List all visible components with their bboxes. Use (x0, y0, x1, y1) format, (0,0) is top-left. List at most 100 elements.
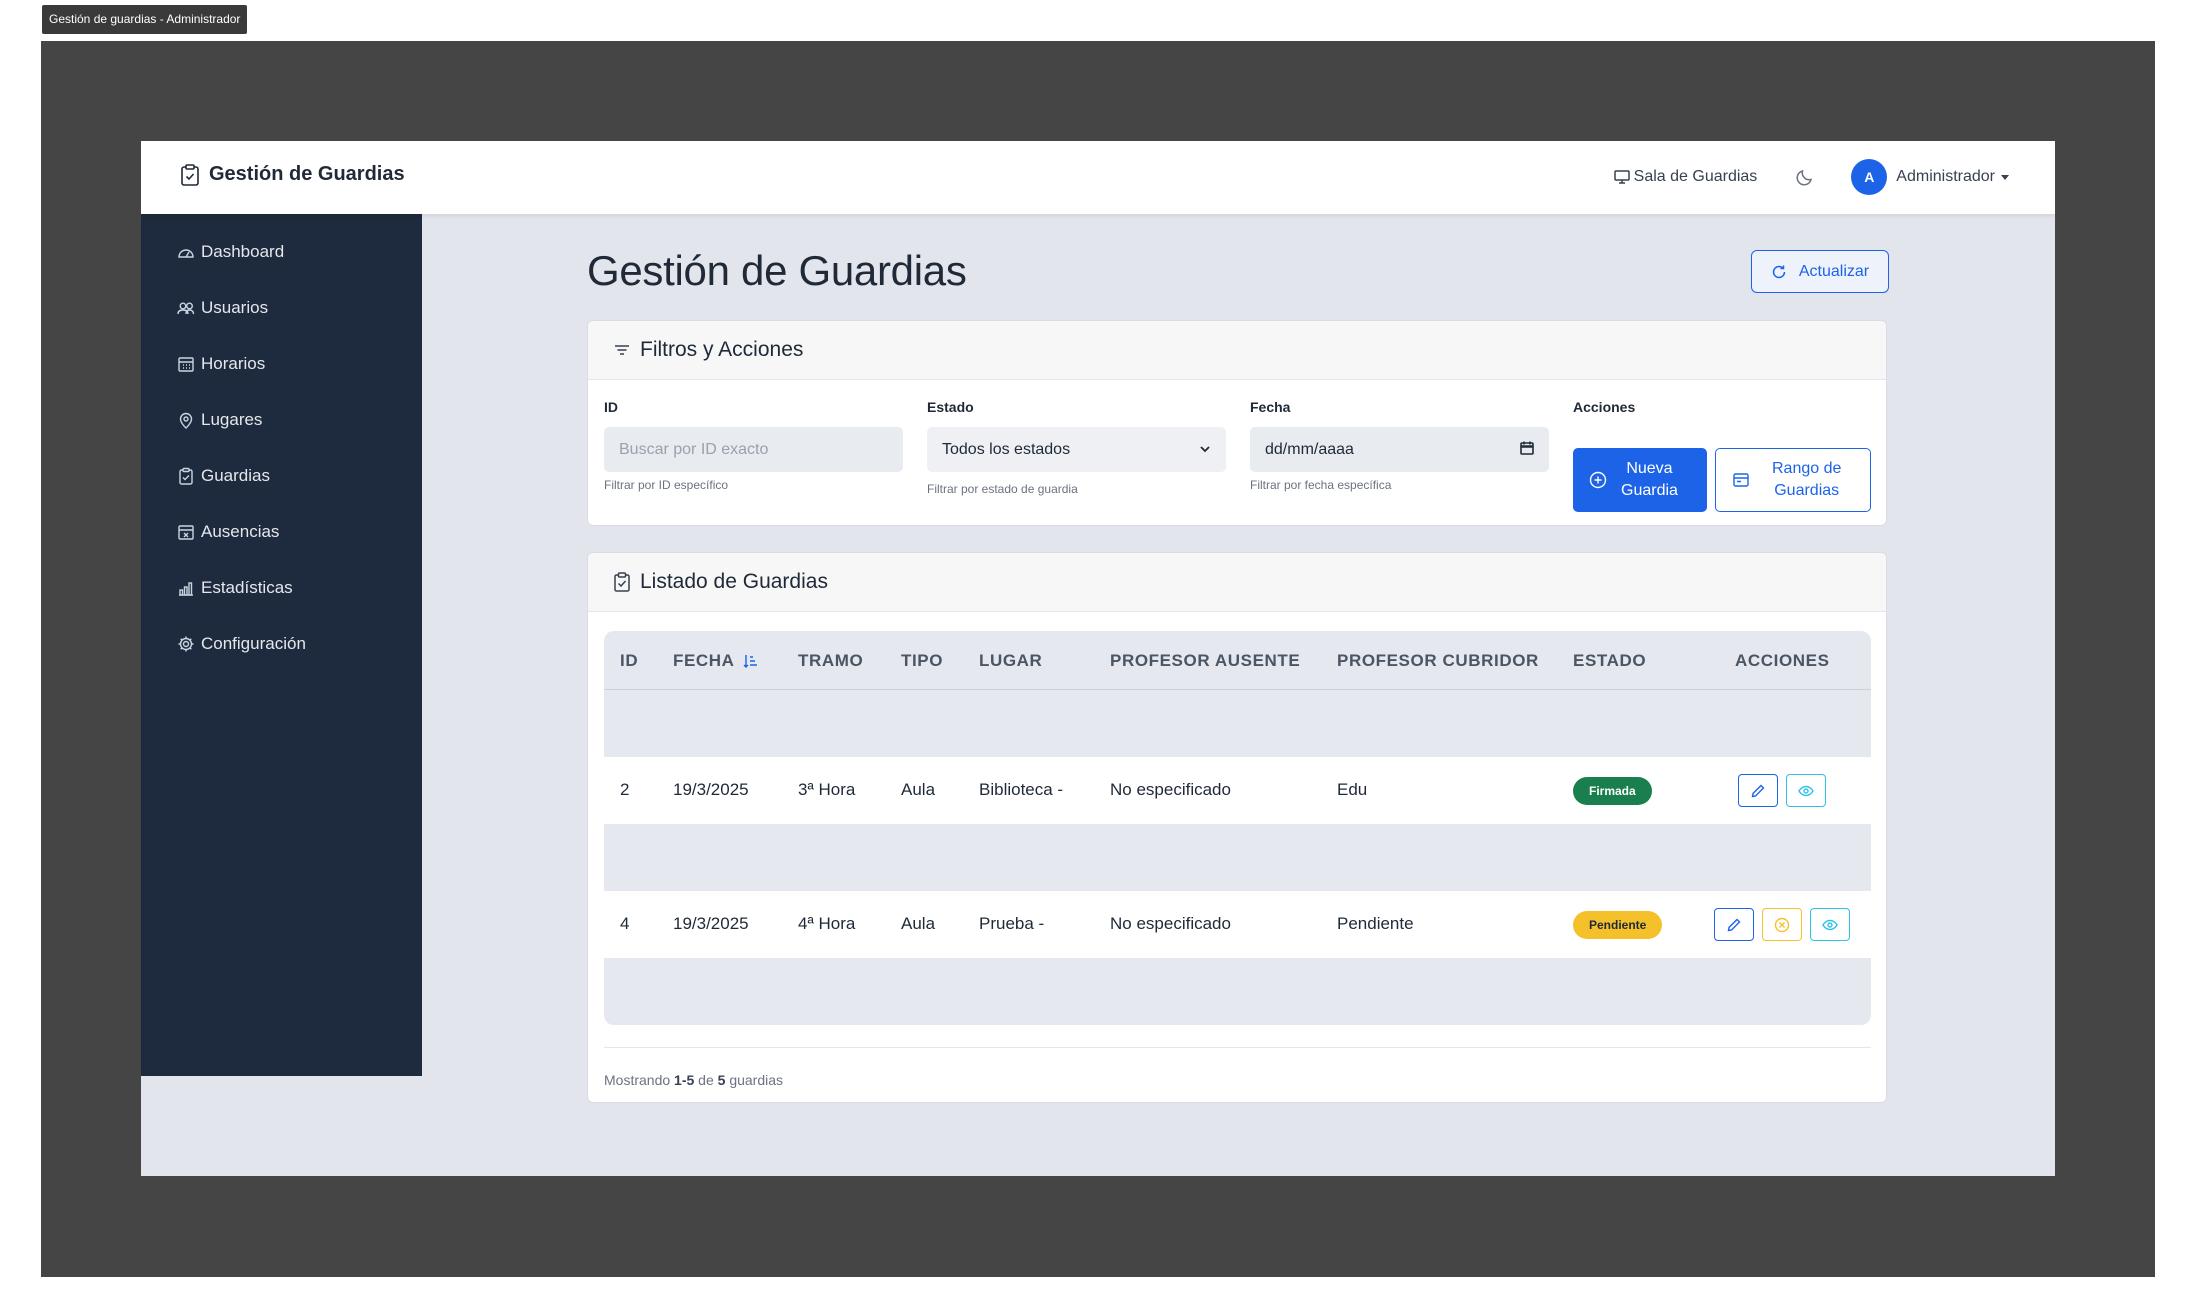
rango-guardias-button[interactable]: Rango de Guardias (1715, 448, 1871, 512)
view-button[interactable] (1810, 908, 1850, 941)
clipboard-check-icon (614, 572, 630, 592)
cell-id: 2 (620, 780, 630, 799)
cell-tipo: Aula (901, 780, 936, 799)
cell-profesor-cubridor: Edu (1337, 780, 1368, 799)
edit-button[interactable] (1738, 774, 1778, 807)
sidebar-item-ausencias[interactable]: Ausencias (177, 522, 279, 542)
user-name: Administrador (1896, 168, 1995, 185)
id-search-input[interactable]: Buscar por ID exacto (604, 427, 903, 472)
listado-card: Listado de Guardias ID FECHA TRAMO TIPO … (587, 552, 1887, 1103)
col-id[interactable]: ID (620, 651, 638, 671)
cell-fecha: 19/3/2025 (673, 780, 749, 799)
sidebar-item-label: Configuración (201, 634, 306, 653)
summary-total: 5 (717, 1072, 726, 1088)
sidebar-item-label: Estadísticas (201, 578, 293, 597)
col-tramo[interactable]: TRAMO (798, 651, 863, 671)
view-button[interactable] (1786, 774, 1826, 807)
guardias-table: ID FECHA TRAMO TIPO LUGAR PROFESOR AUSEN… (604, 631, 1871, 1025)
col-fecha[interactable]: FECHA (673, 651, 759, 671)
sidebar-item-configuracion[interactable]: Configuración (177, 634, 306, 654)
col-tipo[interactable]: TIPO (901, 651, 943, 671)
nueva-guardia-label: Nueva Guardia (1621, 458, 1678, 502)
avatar[interactable]: A (1851, 159, 1888, 195)
cell-id: 4 (620, 914, 630, 933)
listado-title: Listado de Guardias (640, 570, 828, 593)
rango-line1: Rango de (1772, 460, 1842, 477)
id-placeholder: Buscar por ID exacto (619, 440, 769, 458)
refresh-button[interactable]: Actualizar (1751, 250, 1889, 293)
sidebar-item-lugares[interactable]: Lugares (177, 410, 262, 430)
fecha-label: Fecha (1250, 399, 1291, 415)
calendar-icon[interactable] (1519, 440, 1535, 456)
sidebar-item-horarios[interactable]: Horarios (177, 354, 265, 374)
calendar-grid-icon (178, 357, 194, 372)
col-lugar[interactable]: LUGAR (979, 651, 1042, 671)
estado-selected-value: Todos los estados (942, 440, 1071, 458)
filters-card: Filtros y Acciones ID Buscar por ID exac… (587, 320, 1887, 526)
edit-button[interactable] (1714, 908, 1754, 941)
gauge-icon (178, 249, 194, 258)
sidebar-item-label: Lugares (201, 410, 263, 429)
sort-desc-icon (743, 655, 757, 668)
cell-tramo: 4ª Hora (798, 914, 856, 933)
col-fecha-label: FECHA (673, 651, 735, 670)
estado-label: Estado (927, 399, 974, 415)
fecha-value: dd/mm/aaaa (1265, 440, 1354, 458)
summary-suffix: guardias (729, 1072, 784, 1088)
table-row[interactable]: 2 19/3/2025 3ª Hora Aula Biblioteca - No… (604, 757, 1871, 824)
users-icon (177, 302, 195, 315)
sidebar-item-dashboard[interactable]: Dashboard (177, 242, 284, 262)
cell-tramo: 3ª Hora (798, 780, 856, 799)
sidebar-item-label: Dashboard (201, 242, 285, 261)
col-profesor-ausente[interactable]: PROFESOR AUSENTE (1110, 651, 1300, 671)
sala-guardias-link[interactable]: Sala de Guardias (1613, 168, 1757, 186)
cancel-button[interactable] (1762, 908, 1802, 941)
col-estado[interactable]: ESTADO (1573, 651, 1646, 671)
sidebar-item-usuarios[interactable]: Usuarios (177, 298, 268, 318)
nueva-line2: Guardia (1621, 482, 1678, 499)
col-profesor-cubridor[interactable]: PROFESOR CUBRIDOR (1337, 651, 1539, 671)
sidebar: Dashboard Usuarios Horarios Lugares Guar… (141, 214, 422, 1076)
plus-circle-icon (1589, 471, 1607, 489)
id-label: ID (604, 399, 618, 415)
pagination-summary: Mostrando 1-5 de 5 guardias (604, 1072, 783, 1088)
sidebar-item-label: Usuarios (201, 298, 269, 317)
fecha-help: Filtrar por fecha específica (1250, 478, 1392, 492)
brand[interactable]: Gestión de Guardias (180, 163, 405, 186)
sidebar-item-label: Ausencias (201, 522, 280, 541)
table-row (604, 958, 1871, 1025)
refresh-label: Actualizar (1798, 262, 1870, 280)
page-title: Gestión de Guardias (587, 247, 967, 294)
acciones-label: Acciones (1573, 399, 1636, 415)
summary-mid: de (698, 1072, 714, 1088)
user-menu-toggle[interactable]: Administrador (1896, 168, 2009, 186)
calendar-range-icon (1733, 473, 1749, 487)
col-acciones: ACCIONES (1735, 651, 1830, 670)
listado-card-header: Listado de Guardias (588, 553, 1886, 612)
sidebar-item-estadisticas[interactable]: Estadísticas (177, 578, 293, 598)
filters-row: ID Buscar por ID exacto Filtrar por ID e… (588, 381, 1886, 521)
table-row[interactable]: 4 19/3/2025 4ª Hora Aula Prueba - No esp… (604, 891, 1871, 958)
sidebar-item-guardias[interactable]: Guardias (177, 466, 270, 486)
caret-down-icon (2001, 174, 2009, 180)
estado-help: Filtrar por estado de guardia (927, 482, 1078, 496)
table-header: ID FECHA TRAMO TIPO LUGAR PROFESOR AUSEN… (604, 631, 1871, 690)
estado-select[interactable]: Todos los estados (927, 427, 1226, 472)
fecha-date-input[interactable]: dd/mm/aaaa (1250, 427, 1549, 472)
clipboard-check-icon (181, 163, 199, 186)
moon-icon (1796, 169, 1813, 186)
rango-line2: Guardias (1774, 482, 1840, 499)
filters-title: Filtros y Acciones (640, 338, 804, 361)
app-root: Gestión de Guardias Sala de Guardias A A… (141, 141, 2055, 1176)
x-circle-icon (1774, 917, 1790, 932)
pencil-icon (1751, 784, 1765, 797)
status-badge: Firmada (1573, 777, 1652, 805)
cell-profesor-cubridor: Pendiente (1337, 914, 1414, 933)
rango-guardias-label: Rango de Guardias (1772, 458, 1841, 502)
calendar-x-icon (178, 525, 194, 540)
cell-lugar: Prueba - (979, 914, 1045, 933)
dark-mode-toggle[interactable] (1795, 167, 1815, 187)
chevron-down-icon (1200, 446, 1210, 453)
nueva-guardia-button[interactable]: Nueva Guardia (1573, 448, 1707, 512)
cell-fecha: 19/3/2025 (673, 914, 749, 933)
